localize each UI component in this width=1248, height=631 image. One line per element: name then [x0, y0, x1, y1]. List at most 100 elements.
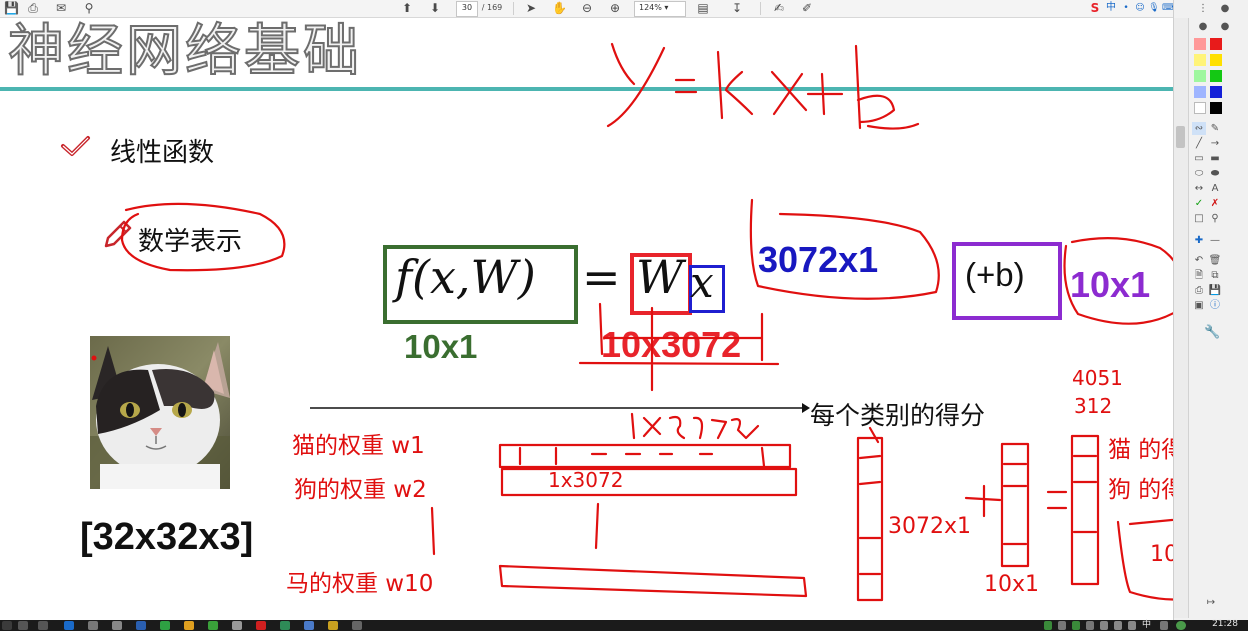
color-swatch-yellow[interactable] [1210, 54, 1222, 66]
color-swatch-light-green[interactable] [1194, 70, 1206, 82]
ime-indicator[interactable]: 中 [1142, 621, 1154, 630]
panel-close-icon[interactable]: ● [1218, 2, 1232, 15]
x-dim-note: 3072x1 [888, 514, 972, 539]
text-tool-icon[interactable]: A [1208, 182, 1222, 195]
app-icon-10[interactable] [328, 621, 338, 630]
zoom-in-icon[interactable]: ⊕ [608, 1, 622, 15]
new-page-icon[interactable]: 🗎 [1192, 269, 1206, 282]
app-icon-11[interactable] [352, 621, 362, 630]
start-button-icon[interactable] [2, 621, 12, 630]
screen-icon[interactable]: ▣ [1192, 299, 1206, 312]
highlighter-icon[interactable]: ✎ [1208, 122, 1222, 135]
app-icon-8[interactable] [280, 621, 290, 630]
app-icon-5[interactable] [184, 621, 194, 630]
zoom-search-icon[interactable]: ⚲ [82, 1, 96, 15]
copy-icon[interactable]: ⧉ [1208, 269, 1222, 282]
b-dim-note: 10x1 [984, 572, 1040, 597]
download-icon[interactable]: ↧ [730, 1, 744, 15]
app-icon-2[interactable] [112, 621, 122, 630]
zoom-minus-icon[interactable]: — [1208, 234, 1222, 247]
sogou-ime-icon[interactable]: S [1088, 1, 1102, 15]
taskbar-clock: 21:28 [1212, 619, 1238, 629]
tray-icon-1[interactable] [1044, 621, 1052, 630]
fit-page-icon[interactable]: ▤ [694, 1, 712, 15]
color-swatch-white[interactable] [1194, 102, 1206, 114]
print-panel-icon[interactable]: ⎙ [1192, 284, 1206, 297]
task-view-icon[interactable] [38, 621, 48, 630]
app-icon-1[interactable] [88, 621, 98, 630]
scrollbar-thumb[interactable] [1176, 126, 1185, 148]
ime-voice-icon[interactable]: 🎙 [1148, 1, 1160, 15]
pen-icon[interactable]: ✐ [800, 1, 814, 15]
zoom-value: 124% [639, 3, 662, 12]
undo-icon[interactable]: ↶ [1192, 254, 1206, 267]
dog-weight-note: 狗的权重 w2 [294, 477, 427, 503]
ime-punct-icon[interactable]: • [1120, 1, 1132, 15]
page-number-input[interactable]: 30 [456, 1, 478, 17]
select-area-icon[interactable]: □ [1192, 212, 1206, 225]
ime-mode-icon[interactable]: 中 [1104, 1, 1118, 15]
volume-icon[interactable] [1128, 621, 1136, 630]
rect-tool-icon[interactable]: ▭ [1192, 152, 1206, 165]
panel-settings-icon[interactable]: ● [1218, 20, 1232, 33]
color-swatch-black[interactable] [1210, 102, 1222, 114]
expand-arrow-icon[interactable]: ↦ [1204, 596, 1218, 609]
next-page-icon[interactable]: ⬇ [428, 1, 442, 15]
filled-ellipse-tool-icon[interactable]: ⬬ [1208, 167, 1222, 180]
previous-page-icon[interactable]: ⬆ [400, 1, 414, 15]
windows-taskbar: 中 21:28 [0, 619, 1248, 631]
score-dim-note: 10x1 [1150, 542, 1173, 567]
info-icon[interactable]: ⓘ [1208, 299, 1222, 312]
filled-rect-tool-icon[interactable]: ▬ [1208, 152, 1222, 165]
slide-canvas: 神经网络基础 线性函数 数学表示 f(x,W) = W x 10x1 10x30… [0, 18, 1173, 620]
app-icon-4[interactable] [160, 621, 170, 630]
delete-icon[interactable]: 🗑 [1208, 254, 1222, 267]
tray-icon-3[interactable] [1072, 621, 1080, 630]
zoom-plus-icon[interactable]: ✚ [1192, 234, 1206, 247]
network-icon[interactable] [1114, 621, 1122, 630]
color-swatch-light-yellow[interactable] [1194, 54, 1206, 66]
freehand-pen-icon[interactable]: ∾ [1192, 122, 1206, 135]
color-swatch-red[interactable] [1210, 38, 1222, 50]
color-swatch-blue[interactable] [1210, 86, 1222, 98]
save-icon[interactable]: 💾 [4, 1, 19, 15]
ellipse-tool-icon[interactable]: ⬭ [1192, 167, 1206, 180]
color-swatch-green[interactable] [1210, 70, 1222, 82]
check-stamp-icon[interactable]: ✓ [1192, 197, 1206, 210]
dog-score-value: 312 [1074, 394, 1113, 418]
notification-badge[interactable] [1176, 621, 1186, 630]
tray-icon-5[interactable] [1100, 621, 1108, 630]
panel-menu-icon[interactable]: ⋮ [1196, 2, 1210, 15]
tray-icon-6[interactable] [1160, 621, 1168, 630]
app-icon-9[interactable] [304, 621, 314, 630]
mail-icon[interactable]: ✉ [54, 1, 68, 15]
line-tool-icon[interactable]: ╱ [1192, 137, 1206, 150]
page-total: / 169 [481, 3, 503, 12]
app-icon-6[interactable] [208, 621, 218, 630]
edge-icon[interactable] [64, 621, 74, 630]
panel-help-icon[interactable]: ● [1196, 20, 1210, 33]
zoom-out-icon[interactable]: ⊖ [580, 1, 594, 15]
comment-icon[interactable]: ✍ [772, 1, 786, 15]
cross-stamp-icon[interactable]: ✗ [1208, 197, 1222, 210]
app-icon-3[interactable] [136, 621, 146, 630]
cat-score-value: 4051 [1072, 366, 1123, 390]
hand-tool-icon[interactable]: ✋ [552, 1, 567, 15]
print-icon[interactable]: ⎙ [26, 1, 40, 15]
color-swatch-pink[interactable] [1194, 38, 1206, 50]
tray-icon-2[interactable] [1058, 621, 1066, 630]
pdf-reader-icon[interactable] [256, 621, 266, 630]
tray-icon-4[interactable] [1086, 621, 1094, 630]
double-arrow-tool-icon[interactable]: ↔ [1192, 182, 1206, 195]
search-icon[interactable] [18, 621, 28, 630]
color-swatch-light-blue[interactable] [1194, 86, 1206, 98]
save-panel-icon[interactable]: 💾 [1208, 284, 1222, 297]
vertical-scrollbar[interactable] [1174, 18, 1189, 618]
zoom-select[interactable]: 124% ▾ [634, 1, 686, 17]
magnify-area-icon[interactable]: ⚲ [1208, 212, 1222, 225]
arrow-tool-icon[interactable]: → [1208, 137, 1222, 150]
ime-emoji-icon[interactable]: ☺ [1134, 1, 1146, 15]
select-tool-icon[interactable]: ➤ [524, 1, 538, 15]
wrench-icon[interactable]: 🔧 [1204, 326, 1220, 339]
app-icon-7[interactable] [232, 621, 242, 630]
